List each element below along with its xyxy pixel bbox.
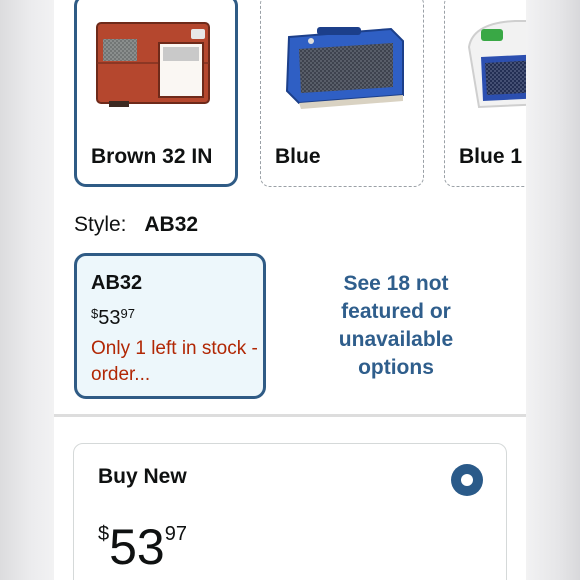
style-value: AB32 bbox=[144, 213, 199, 236]
swatch-label: Blue 1 bbox=[459, 145, 523, 168]
product-options-screen: Brown 32 IN Blue Blue 1 Style: AB32 AB32… bbox=[54, 0, 526, 580]
style-option-card[interactable]: AB32 $5397 Only 1 left in stock - order.… bbox=[74, 253, 266, 399]
buy-new-title: Buy New bbox=[98, 465, 187, 488]
style-option-name: AB32 bbox=[91, 272, 143, 294]
price-whole: 53 bbox=[109, 519, 165, 575]
blue-pet-crate-icon bbox=[285, 27, 404, 109]
swatch-label: Blue bbox=[275, 145, 321, 168]
section-divider bbox=[54, 414, 526, 417]
style-selection-line: Style: AB32 bbox=[74, 213, 198, 237]
price-currency: $ bbox=[98, 523, 110, 545]
brown-pet-crate-icon bbox=[96, 22, 210, 107]
buy-new-radio-icon[interactable] bbox=[451, 464, 483, 496]
stock-warning: Only 1 left in stock - order... bbox=[91, 338, 258, 385]
buy-new-card[interactable]: Buy New $5397 bbox=[73, 443, 507, 580]
style-key-label: Style: bbox=[74, 213, 127, 236]
swatch-brown-32-in[interactable]: Brown 32 IN bbox=[74, 0, 238, 187]
right-edge-background bbox=[526, 0, 580, 580]
buy-new-price: $5397 bbox=[98, 522, 187, 572]
price-cents: 97 bbox=[120, 306, 135, 321]
swatch-blue[interactable]: Blue bbox=[260, 0, 424, 187]
swatch-blue-partial[interactable]: Blue 1 bbox=[444, 0, 526, 187]
blue-white-pet-crate-icon bbox=[467, 20, 526, 109]
swatch-label: Brown 32 IN bbox=[91, 145, 213, 168]
price-cents: 97 bbox=[164, 523, 187, 545]
see-more-options-link[interactable]: See 18 not featured or unavailable optio… bbox=[320, 270, 472, 382]
style-option-price: $5397 bbox=[91, 306, 135, 330]
left-edge-background bbox=[0, 0, 54, 580]
price-whole: 53 bbox=[98, 307, 121, 329]
